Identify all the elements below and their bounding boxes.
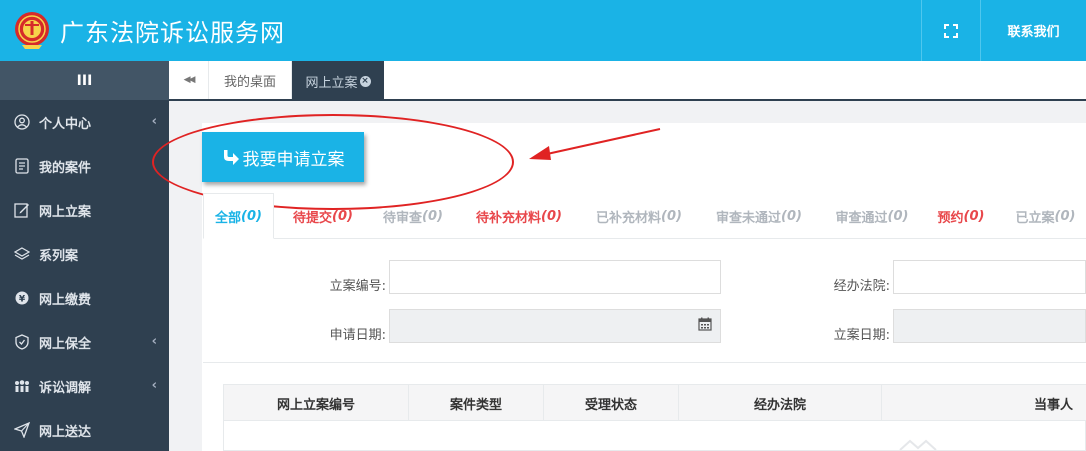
tab-appointment[interactable]: 预约 (0) [929,193,993,239]
sidebar-item-label: 个人中心 [39,116,92,132]
sidebar-item-online-filing[interactable]: 网上立案 [0,188,169,232]
case-number-input[interactable] [389,260,721,294]
double-chevron-left-icon: ◀◀ [183,75,196,85]
document-icon [13,157,31,175]
sidebar-item-online-payment[interactable]: ¥ 网上缴费 [0,276,169,320]
sidebar-item-online-preservation[interactable]: 网上保全 ‹ [0,320,169,364]
tab-filed[interactable]: 已立案 (0) [1005,193,1086,239]
fullscreen-button[interactable] [922,0,980,61]
svg-text:¥: ¥ [19,295,26,305]
site-title: 广东法院诉讼服务网 [60,19,285,47]
tab-my-desktop[interactable]: 我的桌面 [209,61,292,99]
sidebar-item-label: 网上送达 [39,424,92,440]
filing-date-label: 立案日期: [833,328,890,343]
tab-pending-review[interactable]: 待审查 (0) [373,193,453,239]
status-tab-label: 待提交 [293,210,333,226]
sidebar-item-label: 网上缴费 [39,292,92,308]
status-tab-count: (0) [963,208,985,224]
status-tab-label: 预约 [937,210,964,226]
tab-pending-materials[interactable]: 待补充材料 (0) [465,193,573,239]
sidebar-item-label: 我的案件 [39,160,92,176]
status-tab-count: (0) [887,208,909,224]
contact-us-button[interactable]: 联系我们 [981,0,1086,61]
sidebar-item-mediation[interactable]: 诉讼调解 ‹ [0,364,169,408]
status-tab-label: 审查通过 [835,210,888,226]
sidebar-item-label: 网上保全 [39,336,92,352]
sidebar: III 个人中心 ‹ 我的案件 网上立案 系列案 ¥ 网上缴费 网上保全 ‹ 诉… [0,61,169,451]
column-header[interactable]: 当事人 [882,385,1086,421]
chevron-left-icon: ‹ [151,378,157,393]
tab-label: 网上立案 [305,75,358,91]
tab-materials-supplemented[interactable]: 已补充材料 (0) [585,193,693,239]
column-header[interactable]: 网上立案编号 [224,385,409,421]
tab-review-failed[interactable]: 审查未通过 (0) [705,193,813,239]
chevron-left-icon: ‹ [151,114,157,129]
shield-icon [13,333,31,351]
status-tab-count: (0) [1054,208,1076,224]
status-tab-count: (0) [781,208,802,224]
status-tab-count: (0) [422,208,443,224]
apply-date-label: 申请日期: [329,328,386,343]
sidebar-item-my-cases[interactable]: 我的案件 [0,144,169,188]
user-icon [13,113,31,131]
tab-scroll-left-button[interactable]: ◀◀ [169,61,209,99]
status-tab-count: (0) [332,208,353,224]
column-header[interactable]: 经办法院 [679,385,882,421]
sidebar-item-series-cases[interactable]: 系列案 [0,232,169,276]
tab-review-passed[interactable]: 审查通过 (0) [825,193,919,239]
send-icon [13,421,31,439]
status-tab-label: 待补充材料 [476,210,542,226]
status-tab-label: 审查未通过 [716,210,782,226]
calendar-icon[interactable] [698,317,712,331]
court-input[interactable] [893,260,1086,294]
edit-icon [13,201,31,219]
people-icon [13,377,31,395]
table-header: 网上立案编号 案件类型 受理状态 经办法院 当事人 [224,385,1086,421]
tab-strip: ◀◀ 我的桌面 网上立案 × [169,61,1086,101]
sidebar-item-label: 系列案 [39,248,79,264]
tab-all[interactable]: 全部 (0) [203,193,274,239]
cases-table: 网上立案编号 案件类型 受理状态 经办法院 当事人 [223,384,1086,451]
court-label: 经办法院: [833,279,890,294]
case-number-label: 立案编号: [329,279,386,294]
tab-pending-submit[interactable]: 待提交 (0) [283,193,363,239]
court-emblem-icon [15,12,49,49]
tab-online-filing[interactable]: 网上立案 × [292,61,384,101]
sidebar-item-label: 诉讼调解 [39,380,92,396]
status-tab-count: (0) [541,208,562,224]
top-header: 广东法院诉讼服务网 联系我们 [0,0,1086,61]
column-header[interactable]: 受理状态 [544,385,679,421]
fullscreen-icon [944,23,958,38]
filing-date-input[interactable] [893,309,1086,343]
sidebar-item-personal-center[interactable]: 个人中心 ‹ [0,100,169,144]
form-divider [203,362,1086,363]
status-tabs: 全部 (0) 待提交 (0) 待审查 (0) 待补充材料 (0) 已补充材料 (0) 审查… [203,193,1086,239]
column-header[interactable]: 案件类型 [409,385,544,421]
sidebar-item-online-delivery[interactable]: 网上送达 [0,408,169,451]
sidebar-toggle-button[interactable]: III [0,61,169,100]
status-tab-label: 已立案 [1015,210,1055,226]
empty-placeholder-icon [899,439,937,451]
sidebar-item-label: 网上立案 [39,204,92,220]
status-tab-label: 已补充材料 [596,210,662,226]
money-icon: ¥ [13,289,31,307]
close-icon[interactable]: × [359,75,371,87]
status-tab-label: 待审查 [383,210,423,226]
annotation-arrow-icon [529,128,661,160]
apply-date-input[interactable] [389,309,721,343]
status-tab-label: 全部 [215,210,242,226]
status-tab-count: (0) [241,208,262,224]
layers-icon [13,245,31,263]
status-tab-count: (0) [661,208,682,224]
chevron-left-icon: ‹ [151,334,157,349]
